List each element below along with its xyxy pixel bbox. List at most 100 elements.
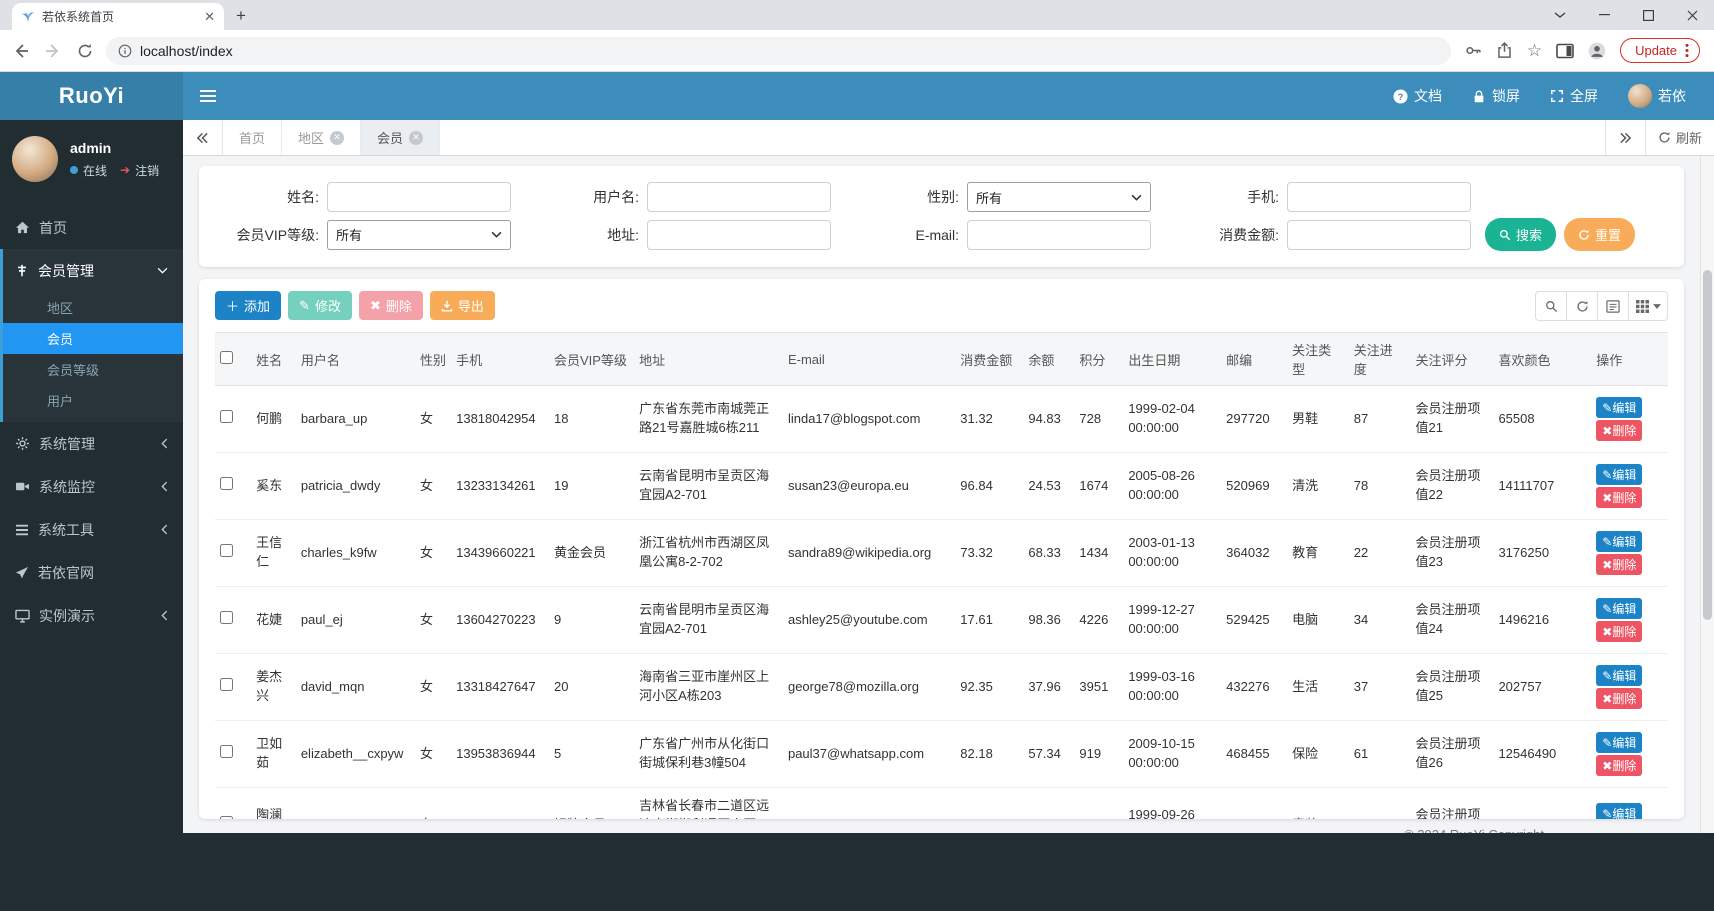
row-delete-button[interactable]: ✖删除 [1596,487,1643,508]
app-logo[interactable]: RuoYi [0,72,183,120]
window-minimize-button[interactable] [1582,0,1626,30]
row-checkbox[interactable] [220,476,233,490]
sidebar-item-demo[interactable]: 实例演示 [0,594,183,637]
amount-input[interactable] [1287,219,1471,250]
logout-link[interactable]: 注销 [135,162,159,179]
window-chevron-icon[interactable] [1538,0,1582,30]
reset-button[interactable]: 重置 [1564,218,1636,251]
cell-balance: 94.83 [1023,385,1075,453]
table-header-row: 姓名 用户名 性别 手机 会员VIP等级 地址 E-mail 消费金额 余额 积分 出生日期 邮编 关注… [215,332,1668,386]
tabs-scroll-left-button[interactable] [183,120,223,155]
sidebar-item-system-tools[interactable]: 系统工具 [0,508,183,551]
row-delete-button[interactable]: ✖删除 [1596,420,1643,441]
row-edit-button[interactable]: ✎编辑 [1596,397,1643,418]
col-header-zipcode: 邮编 [1221,332,1288,386]
avatar[interactable] [12,136,58,182]
export-button[interactable]: 导出 [429,291,495,320]
email-input[interactable] [967,219,1151,250]
sidebar-item-system-mgmt[interactable]: 系统管理 [0,422,183,465]
chevron-left-icon [161,610,168,621]
name-input[interactable] [327,182,511,212]
row-delete-button[interactable]: ✖删除 [1596,554,1643,575]
sidebar-item-official-site[interactable]: 若依官网 [0,551,183,594]
fullscreen-link[interactable]: 全屏 [1550,86,1598,106]
row-checkbox[interactable] [220,409,233,423]
tabs-scroll-right-button[interactable] [1604,120,1645,155]
row-edit-button[interactable]: ✎编辑 [1596,803,1643,819]
window-close-button[interactable] [1670,0,1714,30]
close-tab-icon[interactable]: ✕ [330,130,345,145]
back-button[interactable] [10,40,32,62]
row-edit-button[interactable]: ✎编辑 [1596,598,1643,619]
table-search-toggle-button[interactable] [1535,291,1567,321]
sidebar-item-user[interactable]: 用户 [3,385,183,416]
sidebar-item-home[interactable]: 首页 [0,206,183,249]
cell-address: 广东省广州市从化街口街城保利巷3幢504 [634,720,783,788]
sidebar-item-member[interactable]: 会员 [3,323,183,354]
table-card-view-button[interactable] [1597,291,1629,321]
reload-button[interactable] [74,40,96,62]
scrollbar-thumb[interactable] [1703,270,1712,620]
sidebar-item-system-monitor[interactable]: 系统监控 [0,465,183,508]
add-button[interactable]: ＋添加 [215,291,282,320]
cell-points: 728 [1074,385,1124,453]
delete-button[interactable]: ✖ 删除 [358,291,423,320]
side-panel-icon[interactable] [1556,43,1574,59]
share-icon[interactable] [1496,42,1513,59]
address-input[interactable] [647,219,831,250]
password-key-icon[interactable] [1465,42,1482,59]
browser-menu-icon[interactable] [1685,43,1689,58]
url-bar[interactable]: localhost/index [106,36,1451,65]
new-tab-button[interactable]: + [236,6,246,30]
select-all-checkbox[interactable] [220,351,233,364]
row-edit-button[interactable]: ✎编辑 [1596,665,1643,686]
docs-link[interactable]: ? 文档 [1393,86,1442,106]
vertical-scrollbar[interactable] [1700,156,1714,833]
page-tab-region[interactable]: 地区 ✕ [282,120,362,155]
lock-screen-link[interactable]: 锁屏 [1472,86,1520,106]
row-checkbox[interactable] [220,815,233,819]
refresh-tab-button[interactable]: 刷新 [1644,120,1714,155]
row-checkbox[interactable] [220,543,233,557]
row-edit-button[interactable]: ✎编辑 [1596,464,1643,485]
table-refresh-button[interactable] [1566,291,1598,321]
page-tab-home[interactable]: 首页 [223,120,283,155]
user-menu[interactable]: 若依 [1628,84,1686,108]
row-edit-button[interactable]: ✎编辑 [1596,732,1643,753]
tab-close-icon[interactable]: ✕ [204,9,215,25]
col-header-favorite_color: 喜欢颜色 [1493,332,1592,386]
update-button[interactable]: Update [1620,38,1700,63]
sidebar-item-member-level[interactable]: 会员等级 [3,354,183,385]
row-checkbox[interactable] [220,744,233,758]
bottom-band [183,833,1714,911]
row-delete-button[interactable]: ✖删除 [1596,621,1643,642]
search-button[interactable]: 搜索 [1485,218,1557,251]
vip-level-select[interactable]: 所有 [327,219,511,250]
window-maximize-button[interactable] [1626,0,1670,30]
table-row: 王信仁 charles_k9fw 女 13439660221 黄金会员 浙江省杭州市西湖区… [215,519,1668,587]
sidebar-toggle-icon[interactable] [183,72,233,120]
cell-follow_score: 会员注册项值27 [1410,787,1494,819]
sidebar-item-region[interactable]: 地区 [3,292,183,323]
sidebar-item-member-mgmt[interactable]: 会员管理 [3,249,183,292]
table-columns-button[interactable] [1628,291,1668,321]
browser-tab[interactable]: 若依系统首页 ✕ [12,3,224,30]
gender-select[interactable]: 所有 [967,182,1151,212]
username-input[interactable] [647,182,831,212]
col-header-follow_score: 关注评分 [1410,332,1494,386]
site-info-icon[interactable] [118,44,132,58]
row-delete-button[interactable]: ✖删除 [1596,755,1643,776]
row-checkbox[interactable] [220,677,233,691]
cell-follow_progress: 22 [1348,519,1411,587]
forward-button[interactable] [42,40,64,62]
phone-input[interactable] [1287,182,1471,212]
page-tab-member[interactable]: 会员 ✕ [361,120,441,155]
bookmark-star-icon[interactable]: ☆ [1527,41,1542,61]
col-header-operations: 操作 [1591,332,1668,386]
row-delete-button[interactable]: ✖删除 [1596,688,1643,709]
edit-button[interactable]: ✎ 修改 [288,291,352,320]
close-tab-icon[interactable]: ✕ [409,130,424,145]
row-edit-button[interactable]: ✎编辑 [1596,531,1643,552]
row-checkbox[interactable] [220,610,233,624]
profile-icon[interactable] [1588,42,1606,60]
